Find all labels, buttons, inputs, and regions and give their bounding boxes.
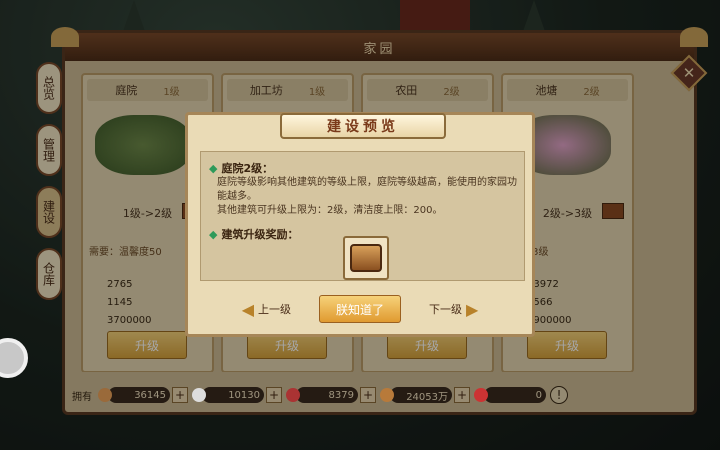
dialog-title: 建设预览 (280, 113, 446, 139)
section-heading: ◆ 建筑升级奖励： (209, 226, 298, 242)
dialog-content: ◆ 庭院2级： 庭院等级影响其他建筑的等级上限，庭院等级越高，能使用的家园功能越多… (200, 151, 525, 281)
brick-icon (286, 388, 300, 402)
arrow-right-icon: ▶ (466, 299, 479, 319)
description-line: 庭院等级影响其他建筑的等级上限，庭院等级越高，能使用的家园功能越多。 (217, 177, 517, 202)
next-label: 下一级 (429, 303, 462, 316)
arrow-left-icon: ◀ (241, 299, 254, 319)
prev-level-button[interactable]: ◀ 上一级 (242, 300, 291, 319)
dialog-footer: ◀ 上一级 朕知道了 下一级 ▶ (188, 295, 532, 323)
gift-icon (474, 388, 488, 402)
reward-item-slot[interactable] (343, 236, 389, 280)
diamond-bullet-icon: ◆ (209, 162, 218, 175)
build-preview-dialog: 建设预览 ◆ 庭院2级： 庭院等级影响其他建筑的等级上限，庭院等级越高，能使用的家… (185, 112, 535, 337)
diamond-bullet-icon: ◆ (209, 228, 218, 241)
section-title: 庭院2级： (221, 162, 274, 175)
treasure-chest-icon (350, 244, 382, 272)
acknowledge-button[interactable]: 朕知道了 (319, 295, 401, 323)
prev-label: 上一级 (258, 303, 291, 316)
next-level-button[interactable]: 下一级 ▶ (429, 300, 478, 319)
section-heading: ◆ 庭院2级： (209, 160, 273, 176)
wood-icon (98, 388, 112, 402)
stone-icon (192, 388, 206, 402)
section-title: 建筑升级奖励： (221, 228, 299, 241)
coin-icon (380, 388, 394, 402)
section-description: 庭院等级影响其他建筑的等级上限，庭院等级越高，能使用的家园功能越多。 其他建筑可… (217, 176, 517, 218)
description-line: 其他建筑可升级上限为：2级，清洁度上限：200。 (217, 205, 443, 216)
